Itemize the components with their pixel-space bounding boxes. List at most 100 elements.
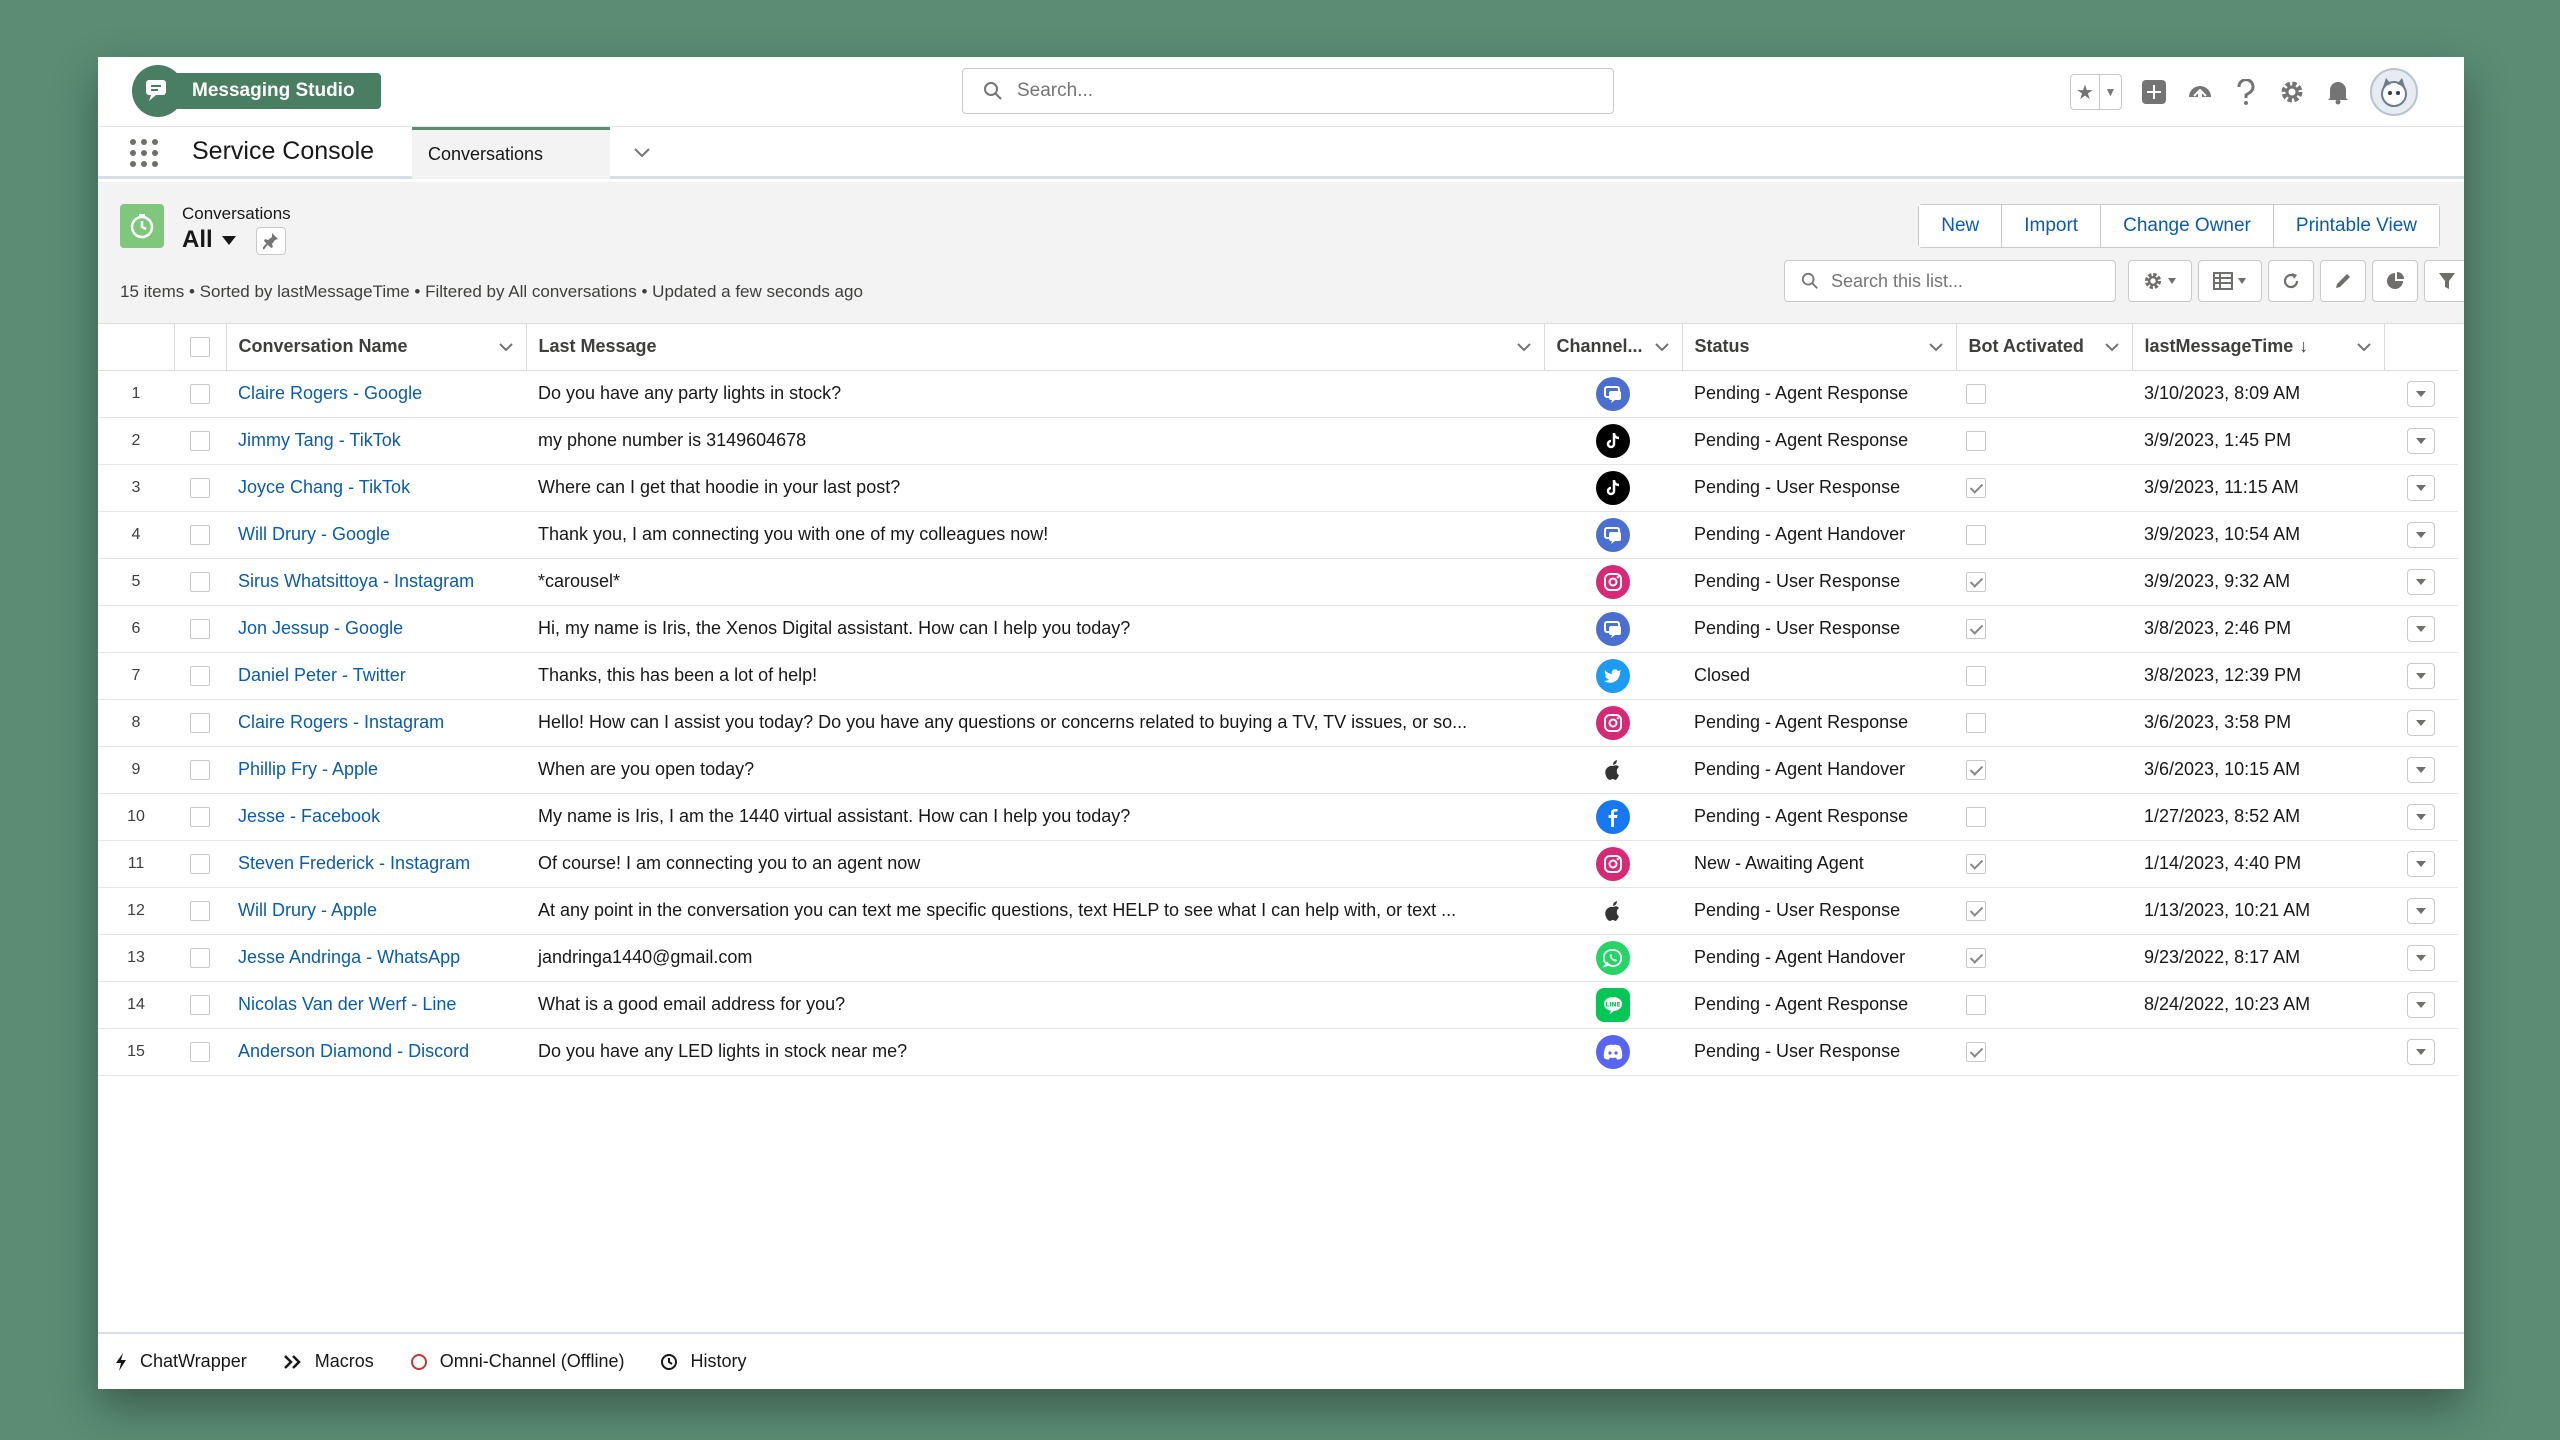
- table-row[interactable]: 9 Phillip Fry - Apple When are you open to…: [98, 746, 2458, 794]
- printable-view-button[interactable]: Printable View: [2272, 205, 2439, 247]
- row-actions-menu[interactable]: [2407, 474, 2435, 501]
- utility-omni-channel[interactable]: Omni-Channel (Offline): [410, 1351, 624, 1372]
- conversation-name-link[interactable]: Daniel Peter - Twitter: [238, 665, 406, 685]
- row-actions-menu[interactable]: [2407, 944, 2435, 971]
- row-select-checkbox[interactable]: [190, 666, 210, 687]
- conversation-name-link[interactable]: Anderson Diamond - Discord: [238, 1041, 469, 1061]
- row-select-checkbox[interactable]: [190, 760, 210, 781]
- bell-icon[interactable]: [2324, 78, 2352, 106]
- chart-icon[interactable]: [2372, 260, 2418, 302]
- table-row[interactable]: 7 Daniel Peter - Twitter Thanks, this has …: [98, 652, 2458, 700]
- row-actions-menu[interactable]: [2407, 709, 2435, 736]
- table-row[interactable]: 8 Claire Rogers - Instagram Hello! How can…: [98, 699, 2458, 747]
- table-row[interactable]: 6 Jon Jessup - Google Hi, my name is Iris,…: [98, 605, 2458, 653]
- app-logo[interactable]: Messaging Studio: [132, 65, 381, 117]
- conversation-name-link[interactable]: Will Drury - Apple: [238, 900, 377, 920]
- edit-icon[interactable]: [2320, 260, 2366, 302]
- row-actions-menu[interactable]: [2407, 380, 2435, 407]
- row-select-checkbox[interactable]: [190, 713, 210, 734]
- row-actions-menu[interactable]: [2407, 662, 2435, 689]
- row-select-checkbox[interactable]: [190, 525, 210, 546]
- table-row[interactable]: 14 Nicolas Van der Werf - Line What is a g…: [98, 981, 2458, 1029]
- change-owner-button[interactable]: Change Owner: [2100, 205, 2273, 247]
- chevron-down-icon[interactable]: [628, 139, 656, 167]
- conversation-name-link[interactable]: Claire Rogers - Instagram: [238, 712, 444, 732]
- chevron-down-icon[interactable]: [498, 342, 514, 352]
- row-select-checkbox[interactable]: [190, 807, 210, 828]
- global-search-input[interactable]: [1017, 80, 1577, 102]
- star-icon[interactable]: ★: [2071, 75, 2099, 109]
- row-actions-menu[interactable]: [2407, 568, 2435, 595]
- chevron-down-icon[interactable]: [1654, 342, 1670, 352]
- row-select-checkbox[interactable]: [190, 478, 210, 499]
- list-search[interactable]: [1784, 260, 2116, 302]
- chevron-down-icon[interactable]: [2356, 342, 2372, 352]
- row-select-checkbox[interactable]: [190, 995, 210, 1016]
- row-actions-menu[interactable]: [2407, 850, 2435, 877]
- favorites-group[interactable]: ★ ▼: [2070, 74, 2122, 110]
- conversation-name-link[interactable]: Joyce Chang - TikTok: [238, 477, 410, 497]
- refresh-icon[interactable]: [2268, 260, 2314, 302]
- import-button[interactable]: Import: [2001, 205, 2101, 247]
- conversation-name-link[interactable]: Sirus Whatsittoya - Instagram: [238, 571, 474, 591]
- row-select-checkbox[interactable]: [190, 572, 210, 593]
- table-row[interactable]: 2 Jimmy Tang - TikTok my phone number is 3…: [98, 417, 2458, 465]
- row-select-checkbox[interactable]: [190, 1042, 210, 1063]
- chevron-down-icon[interactable]: [1516, 342, 1532, 352]
- add-icon[interactable]: [2140, 78, 2168, 106]
- new-button[interactable]: New: [1919, 205, 2002, 247]
- row-actions-menu[interactable]: [2407, 756, 2435, 783]
- row-select-checkbox[interactable]: [190, 948, 210, 969]
- row-select-checkbox[interactable]: [190, 901, 210, 922]
- chevron-down-icon[interactable]: [1928, 342, 1944, 352]
- column-header-last-message-time[interactable]: lastMessageTime ↓: [2132, 324, 2385, 371]
- pin-icon[interactable]: [256, 227, 286, 255]
- global-search[interactable]: [962, 68, 1614, 114]
- select-all-checkbox[interactable]: [190, 337, 210, 358]
- filter-icon[interactable]: [2424, 260, 2464, 302]
- column-header-status[interactable]: Status: [1682, 324, 1957, 371]
- column-header-bot-activated[interactable]: Bot Activated: [1956, 324, 2133, 371]
- utility-macros[interactable]: Macros: [283, 1351, 374, 1372]
- list-view-selector[interactable]: All: [182, 226, 237, 254]
- conversation-name-link[interactable]: Will Drury - Google: [238, 524, 390, 544]
- chevron-down-icon[interactable]: ▼: [2099, 75, 2121, 109]
- conversation-name-link[interactable]: Steven Frederick - Instagram: [238, 853, 470, 873]
- table-row[interactable]: 11 Steven Frederick - Instagram Of course!…: [98, 840, 2458, 888]
- table-row[interactable]: 5 Sirus Whatsittoya - Instagram *carousel*…: [98, 558, 2458, 606]
- table-row[interactable]: 4 Will Drury - Google Thank you, I am conn…: [98, 511, 2458, 559]
- row-select-checkbox[interactable]: [190, 854, 210, 875]
- conversation-name-link[interactable]: Jesse - Facebook: [238, 806, 380, 826]
- trailhead-icon[interactable]: [2186, 78, 2214, 106]
- conversation-name-link[interactable]: Nicolas Van der Werf - Line: [238, 994, 456, 1014]
- table-row[interactable]: 10 Jesse - Facebook My name is Iris, I am …: [98, 793, 2458, 841]
- conversation-name-link[interactable]: Phillip Fry - Apple: [238, 759, 378, 779]
- row-select-checkbox[interactable]: [190, 431, 210, 452]
- conversation-name-link[interactable]: Claire Rogers - Google: [238, 383, 422, 403]
- column-header-channel[interactable]: Channel...: [1544, 324, 1683, 371]
- utility-chatwrapper[interactable]: ChatWrapper: [114, 1351, 247, 1372]
- table-row[interactable]: 3 Joyce Chang - TikTok Where can I get tha…: [98, 464, 2458, 512]
- table-row[interactable]: 13 Jesse Andringa - WhatsApp jandringa1440…: [98, 934, 2458, 982]
- column-header-conversation-name[interactable]: Conversation Name: [226, 324, 527, 371]
- display-as-button[interactable]: [2198, 260, 2262, 302]
- chevron-down-icon[interactable]: [2104, 342, 2120, 352]
- row-actions-menu[interactable]: [2407, 521, 2435, 548]
- app-launcher-icon[interactable]: [130, 139, 158, 167]
- utility-history[interactable]: History: [660, 1351, 747, 1372]
- help-icon[interactable]: [2232, 78, 2260, 106]
- row-select-checkbox[interactable]: [190, 619, 210, 640]
- conversation-name-link[interactable]: Jimmy Tang - TikTok: [238, 430, 401, 450]
- list-search-input[interactable]: [1831, 270, 2101, 292]
- table-row[interactable]: 15 Anderson Diamond - Discord Do you have …: [98, 1028, 2458, 1076]
- conversation-name-link[interactable]: Jesse Andringa - WhatsApp: [238, 947, 460, 967]
- row-actions-menu[interactable]: [2407, 897, 2435, 924]
- table-row[interactable]: 12 Will Drury - Apple At any point in the …: [98, 887, 2458, 935]
- row-select-checkbox[interactable]: [190, 384, 210, 405]
- table-row[interactable]: 1 Claire Rogers - Google Do you have any p…: [98, 370, 2458, 418]
- tab-conversations[interactable]: Conversations: [412, 127, 610, 179]
- row-actions-menu[interactable]: [2407, 427, 2435, 454]
- row-actions-menu[interactable]: [2407, 803, 2435, 830]
- conversation-name-link[interactable]: Jon Jessup - Google: [238, 618, 403, 638]
- row-actions-menu[interactable]: [2407, 991, 2435, 1018]
